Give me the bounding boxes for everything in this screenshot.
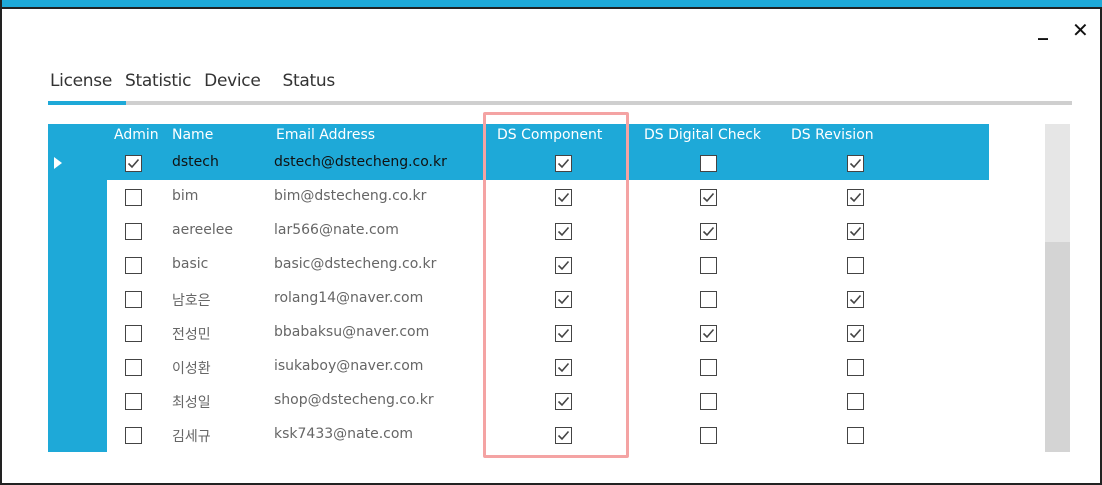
ds-revision-checkbox[interactable] <box>847 359 864 376</box>
ds-revision-checkbox[interactable] <box>847 155 864 172</box>
ds-revision-checkbox[interactable] <box>847 393 864 410</box>
scrollbar-thumb[interactable] <box>1045 242 1070 452</box>
ds-digital-check-checkbox[interactable] <box>700 189 717 206</box>
ds-digital-check-checkbox[interactable] <box>700 155 717 172</box>
email-cell: basic@dstecheng.co.kr <box>274 256 437 272</box>
admin-checkbox[interactable] <box>125 155 142 172</box>
ds-revision-checkbox[interactable] <box>847 223 864 240</box>
admin-checkbox[interactable] <box>125 189 142 206</box>
admin-checkbox[interactable] <box>125 325 142 342</box>
user-name-cell: aereelee <box>172 222 233 238</box>
ds-digital-check-checkbox[interactable] <box>700 359 717 376</box>
current-row-indicator-icon <box>54 157 62 169</box>
user-name-cell: 전성민 <box>172 327 211 343</box>
column-header-ds-digital-check[interactable]: DS Digital Check <box>644 127 761 143</box>
row-header-column <box>48 124 107 452</box>
close-button[interactable]: ✕ <box>1072 18 1089 42</box>
ds-revision-checkbox[interactable] <box>847 427 864 444</box>
vertical-scrollbar[interactable] <box>1045 124 1070 452</box>
user-name-cell: 이성환 <box>172 361 211 377</box>
email-cell: lar566@nate.com <box>274 222 399 238</box>
admin-checkbox[interactable] <box>125 393 142 410</box>
email-cell: shop@dstecheng.co.kr <box>274 392 434 408</box>
ds-revision-checkbox[interactable] <box>847 189 864 206</box>
ds-digital-check-checkbox[interactable] <box>700 291 717 308</box>
license-manager-window: _ ✕ License Statistic Device Status Admi… <box>0 0 1102 485</box>
ds-digital-check-checkbox[interactable] <box>700 257 717 274</box>
user-name-cell: bim <box>172 188 199 204</box>
tab-device[interactable]: Device <box>204 71 261 95</box>
user-name-cell: 남호은 <box>172 293 211 309</box>
tab-active-indicator <box>48 101 126 105</box>
minimize-button[interactable]: _ <box>1038 16 1048 40</box>
email-cell: bim@dstecheng.co.kr <box>274 188 427 204</box>
email-cell: isukaboy@naver.com <box>274 358 424 374</box>
column-header-ds-revision[interactable]: DS Revision <box>791 127 874 143</box>
tab-bar: License Statistic Device Status <box>50 71 348 95</box>
ds-digital-check-checkbox[interactable] <box>700 223 717 240</box>
title-bar[interactable] <box>2 0 1102 9</box>
ds-digital-check-checkbox[interactable] <box>700 325 717 342</box>
tab-underline <box>48 101 1072 105</box>
admin-checkbox[interactable] <box>125 359 142 376</box>
user-name-cell: dstech <box>172 154 219 170</box>
admin-checkbox[interactable] <box>125 291 142 308</box>
tab-license[interactable]: License <box>50 71 112 95</box>
column-header-name[interactable]: Name <box>172 127 213 143</box>
email-cell: bbabaksu@naver.com <box>274 324 430 340</box>
tab-status[interactable]: Status <box>283 71 336 95</box>
ds-digital-check-checkbox[interactable] <box>700 393 717 410</box>
tab-statistic[interactable]: Statistic <box>125 71 191 95</box>
user-name-cell: basic <box>172 256 209 272</box>
email-cell: ksk7433@nate.com <box>274 426 414 442</box>
column-header-email[interactable]: Email Address <box>276 127 375 143</box>
ds-digital-check-checkbox[interactable] <box>700 427 717 444</box>
email-cell: dstech@dstecheng.co.kr <box>274 154 447 170</box>
user-name-cell: 최성일 <box>172 395 211 411</box>
ds-revision-checkbox[interactable] <box>847 325 864 342</box>
ds-component-highlight-box <box>483 112 629 458</box>
email-cell: rolang14@naver.com <box>274 290 424 306</box>
admin-checkbox[interactable] <box>125 257 142 274</box>
ds-revision-checkbox[interactable] <box>847 257 864 274</box>
user-name-cell: 김세규 <box>172 429 211 445</box>
admin-checkbox[interactable] <box>125 223 142 240</box>
column-header-admin[interactable]: Admin <box>114 127 159 143</box>
admin-checkbox[interactable] <box>125 427 142 444</box>
ds-revision-checkbox[interactable] <box>847 291 864 308</box>
